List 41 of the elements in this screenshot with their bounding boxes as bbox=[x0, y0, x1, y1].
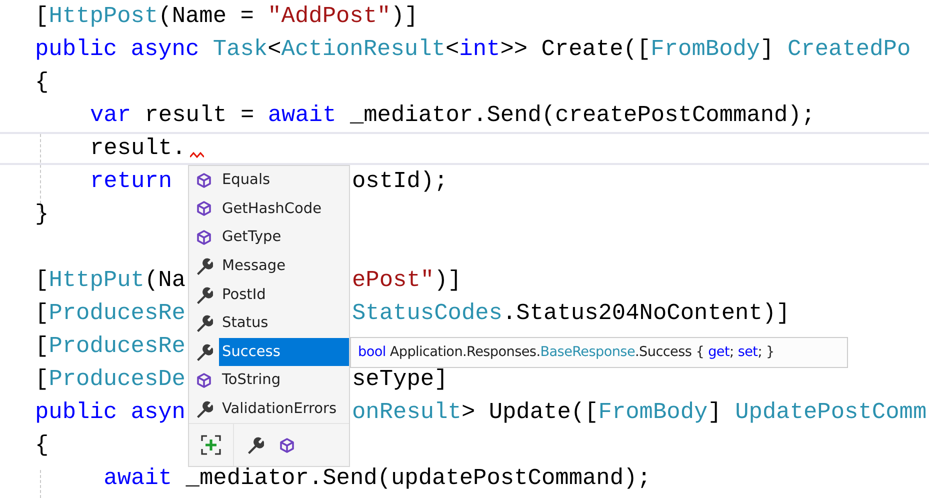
cube-icon bbox=[197, 172, 211, 188]
code-line: { bbox=[35, 431, 49, 460]
cube-icon bbox=[197, 372, 211, 388]
wrench-icon bbox=[246, 436, 264, 454]
completion-item[interactable]: GetType bbox=[219, 223, 349, 252]
code-line: { bbox=[35, 68, 49, 97]
completion-item[interactable]: Equals bbox=[219, 166, 349, 195]
completion-item[interactable]: PostId bbox=[219, 280, 349, 309]
completion-item[interactable]: ValidationErrors bbox=[219, 394, 349, 424]
code-line: [ProducesRe bbox=[35, 332, 186, 361]
code-line: public async Task<ActionResult<int>> Create([FromBody] CreatedPo bbox=[35, 35, 911, 64]
code-line: StatusCodes.Status204NoContent)] bbox=[352, 299, 790, 328]
code-line: onResult> Update([FromBody] UpdatePostComm bbox=[352, 398, 927, 427]
completion-item[interactable]: ToString bbox=[219, 366, 349, 395]
code-line: return bbox=[90, 167, 174, 196]
expand-filter-icon[interactable] bbox=[201, 435, 221, 456]
code-line: await _mediator.Send(updatePostCommand); bbox=[102, 464, 651, 493]
code-line: seType] bbox=[352, 365, 448, 394]
code-line: [ProducesRe bbox=[35, 299, 186, 328]
code-line: ePost")] bbox=[352, 266, 462, 295]
code-line: var result = await _mediator.Send(createPostCommand); bbox=[90, 101, 816, 130]
wrench-icon bbox=[195, 257, 213, 276]
wrench-icon bbox=[195, 314, 213, 332]
code-line: ostId); bbox=[352, 167, 448, 196]
code-line: [HttpPost(Name = "AddPost")] bbox=[35, 2, 418, 31]
code-line: [ProducesDe bbox=[35, 365, 186, 394]
cube-icon bbox=[280, 438, 294, 453]
wrench-icon bbox=[195, 342, 213, 361]
code-line: } bbox=[35, 200, 49, 229]
wrench-icon bbox=[195, 400, 213, 418]
completion-item[interactable]: Success bbox=[219, 338, 349, 366]
completion-item[interactable]: Message bbox=[219, 252, 349, 280]
wrench-icon bbox=[195, 286, 213, 304]
cube-icon bbox=[197, 201, 211, 216]
completion-item[interactable]: GetHashCode bbox=[219, 194, 349, 224]
code-line: public asyn bbox=[35, 398, 186, 427]
code-line: result. bbox=[90, 134, 186, 163]
cube-icon bbox=[197, 230, 211, 245]
tooltip-text: bool Application.Responses.BaseResponse.Success { get; set; } bbox=[358, 344, 774, 360]
completion-item[interactable]: Status bbox=[219, 308, 349, 338]
code-line: [HttpPut(Na bbox=[35, 266, 186, 295]
